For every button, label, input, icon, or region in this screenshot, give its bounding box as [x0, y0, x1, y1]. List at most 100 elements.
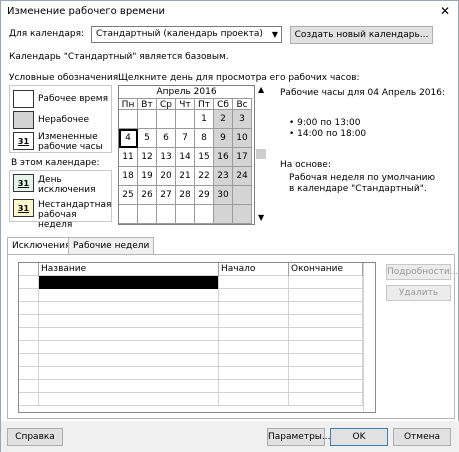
- ok-button[interactable]: OK: [330, 428, 388, 446]
- tab-work-weeks[interactable]: Рабочие недели: [68, 237, 155, 255]
- scroll-down-icon[interactable]: ▼: [258, 213, 264, 222]
- table-cell[interactable]: [39, 393, 219, 406]
- table-cell[interactable]: [39, 328, 219, 341]
- calendar-day[interactable]: 28: [176, 186, 195, 205]
- table-cell[interactable]: [39, 276, 219, 289]
- table-cell[interactable]: [39, 302, 219, 315]
- scroll-thumb[interactable]: [256, 149, 266, 159]
- calendar-day[interactable]: 21: [176, 167, 195, 186]
- table-cell[interactable]: [39, 341, 219, 354]
- table-row[interactable]: [19, 315, 375, 328]
- table-cell[interactable]: [39, 380, 219, 393]
- calendar-day[interactable]: 26: [138, 186, 157, 205]
- calendar-day[interactable]: 10: [233, 129, 252, 148]
- calendar-day[interactable]: 14: [176, 148, 195, 167]
- calendar-day[interactable]: 22: [195, 167, 214, 186]
- table-cell[interactable]: [219, 302, 289, 315]
- table-cell[interactable]: [39, 367, 219, 380]
- calendar-day[interactable]: 24: [233, 167, 252, 186]
- help-button[interactable]: Справка: [7, 428, 63, 446]
- calendar-day[interactable]: 7: [176, 129, 195, 148]
- calendar-day[interactable]: 5: [138, 129, 157, 148]
- table-cell[interactable]: [19, 302, 39, 315]
- table-cell[interactable]: [219, 354, 289, 367]
- table-cell[interactable]: [19, 367, 39, 380]
- table-cell[interactable]: [289, 354, 363, 367]
- table-cell[interactable]: [289, 289, 363, 302]
- calendar-day[interactable]: 8: [195, 129, 214, 148]
- table-cell[interactable]: [289, 380, 363, 393]
- table-cell[interactable]: [219, 341, 289, 354]
- table-cell[interactable]: [19, 393, 39, 406]
- table-cell[interactable]: [289, 276, 363, 289]
- month-calendar[interactable]: Апрель 2016 Пн Вт Ср Чт Пт Сб Вс 1 2 3 4 5 6 7 8 9 10 11 1…: [118, 85, 255, 225]
- table-cell[interactable]: [219, 367, 289, 380]
- table-cell[interactable]: [289, 393, 363, 406]
- calendar-scrollbar[interactable]: ▲ ▼: [256, 85, 268, 226]
- exceptions-table[interactable]: Название Начало Окончание: [18, 262, 376, 413]
- table-cell[interactable]: [19, 380, 39, 393]
- calendar-day: [233, 186, 252, 205]
- table-cell[interactable]: [39, 315, 219, 328]
- table-row[interactable]: [19, 367, 375, 380]
- weekday-header: Вс: [233, 98, 252, 110]
- calendar-day[interactable]: 16: [214, 148, 233, 167]
- table-cell[interactable]: [39, 289, 219, 302]
- calendar-day[interactable]: 13: [157, 148, 176, 167]
- calendar-day[interactable]: 1: [195, 110, 214, 129]
- table-row[interactable]: [19, 341, 375, 354]
- table-cell[interactable]: [289, 302, 363, 315]
- table-cell[interactable]: [219, 380, 289, 393]
- table-row[interactable]: [19, 380, 375, 393]
- table-cell[interactable]: [289, 367, 363, 380]
- delete-button[interactable]: Удалить: [386, 285, 451, 301]
- table-cell[interactable]: [219, 276, 289, 289]
- calendar-day[interactable]: 27: [157, 186, 176, 205]
- create-new-calendar-button[interactable]: Создать новый календарь...: [290, 26, 433, 44]
- calendar-31-icon: 31: [13, 174, 34, 192]
- calendar-day[interactable]: 25: [119, 186, 138, 205]
- table-scrollbar[interactable]: [363, 263, 375, 412]
- calendar-day[interactable]: 23: [214, 167, 233, 186]
- calendar-day[interactable]: 18: [119, 167, 138, 186]
- table-cell[interactable]: [219, 315, 289, 328]
- table-cell[interactable]: [289, 315, 363, 328]
- table-row[interactable]: [19, 289, 375, 302]
- calendar-day[interactable]: 15: [195, 148, 214, 167]
- close-icon[interactable]: ✕: [435, 3, 455, 19]
- options-button[interactable]: Параметры...: [267, 428, 330, 446]
- calendar-day[interactable]: 20: [157, 167, 176, 186]
- scroll-up-icon[interactable]: ▲: [258, 85, 264, 94]
- table-cell[interactable]: [289, 328, 363, 341]
- calendar-day[interactable]: 30: [214, 186, 233, 205]
- calendar-day[interactable]: 17: [233, 148, 252, 167]
- calendar-day[interactable]: 19: [138, 167, 157, 186]
- table-cell[interactable]: [39, 354, 219, 367]
- table-cell[interactable]: [19, 276, 39, 289]
- calendar-day[interactable]: 9: [214, 129, 233, 148]
- table-cell[interactable]: [289, 341, 363, 354]
- table-cell[interactable]: [19, 328, 39, 341]
- table-row[interactable]: [19, 354, 375, 367]
- calendar-day[interactable]: 11: [119, 148, 138, 167]
- calendar-day[interactable]: 4: [119, 129, 138, 148]
- table-row[interactable]: [19, 328, 375, 341]
- calendar-day[interactable]: 2: [214, 110, 233, 129]
- calendar-day[interactable]: 3: [233, 110, 252, 129]
- cancel-button[interactable]: Отмена: [393, 428, 451, 446]
- table-cell[interactable]: [219, 328, 289, 341]
- table-cell[interactable]: [219, 393, 289, 406]
- table-row[interactable]: [19, 393, 375, 406]
- calendar-select[interactable]: Стандартный (календарь проекта) ▼: [91, 26, 282, 43]
- table-cell[interactable]: [19, 315, 39, 328]
- table-cell[interactable]: [19, 341, 39, 354]
- table-cell[interactable]: [219, 289, 289, 302]
- calendar-day[interactable]: 29: [195, 186, 214, 205]
- calendar-day[interactable]: 12: [138, 148, 157, 167]
- table-row[interactable]: [19, 302, 375, 315]
- table-cell[interactable]: [19, 354, 39, 367]
- details-button[interactable]: Подробности...: [386, 264, 458, 280]
- table-row[interactable]: [19, 276, 375, 289]
- table-cell[interactable]: [19, 289, 39, 302]
- calendar-day[interactable]: 6: [157, 129, 176, 148]
